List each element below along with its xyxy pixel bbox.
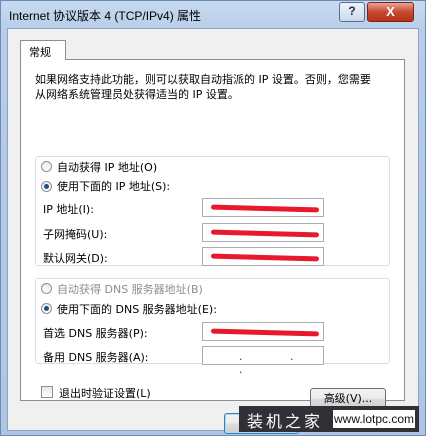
watermark-text: 装机之家 [247,412,324,431]
dialog-window: Internet 协议版本 4 (TCP/IPv4) 属性 ? X 常规 如果网… [0,0,426,436]
description-text: 如果网络支持此功能，则可以获取自动指派的 IP 设置。否则，您需要从网络系统管理… [35,73,371,101]
tab-general-label: 常规 [29,46,51,59]
dialog-client-area: 常规 如果网络支持此功能，则可以获取自动指派的 IP 设置。否则，您需要从网络系… [7,28,419,434]
subnet-mask-label: 子网掩码(U): [43,228,108,241]
ip-address-input[interactable] [202,198,324,217]
manual-ip-label[interactable]: 使用下面的 IP 地址(S): [55,178,173,194]
close-button[interactable]: X [367,2,414,22]
validate-on-exit-label[interactable]: 退出时验证设置(L) [59,385,151,401]
validate-on-exit-checkbox[interactable] [41,386,53,398]
alternate-dns-value: . . . [239,350,316,376]
preferred-dns-label: 首选 DNS 服务器(P): [43,327,148,340]
general-tab-panel: 如果网络支持此功能，则可以获取自动指派的 IP 设置。否则，您需要从网络系统管理… [20,59,405,409]
redaction-mark [210,204,320,213]
default-gateway-label: 默认网关(D): [43,252,108,265]
window-title: Internet 协议版本 4 (TCP/IPv4) 属性 [9,9,202,23]
help-button[interactable]: ? [339,2,365,22]
alternate-dns-label: 备用 DNS 服务器(A): [43,351,149,364]
default-gateway-input[interactable] [202,247,324,266]
alternate-dns-input[interactable]: . . . [202,346,324,376]
ip-address-label: IP 地址(I): [43,203,94,216]
subnet-mask-input[interactable] [202,223,324,242]
redaction-mark [210,253,320,262]
tab-general[interactable]: 常规 [20,40,66,60]
manual-ip-radio[interactable] [41,181,52,192]
manual-dns-radio[interactable] [41,303,52,314]
watermark-url: www.lotpc.com [333,410,415,428]
watermark-banner: 装机之家 www.lotpc.com [239,406,419,432]
redaction-mark [210,229,320,238]
manual-dns-label[interactable]: 使用下面的 DNS 服务器地址(E): [55,301,219,317]
redaction-mark [210,328,320,337]
preferred-dns-input[interactable] [202,322,324,341]
